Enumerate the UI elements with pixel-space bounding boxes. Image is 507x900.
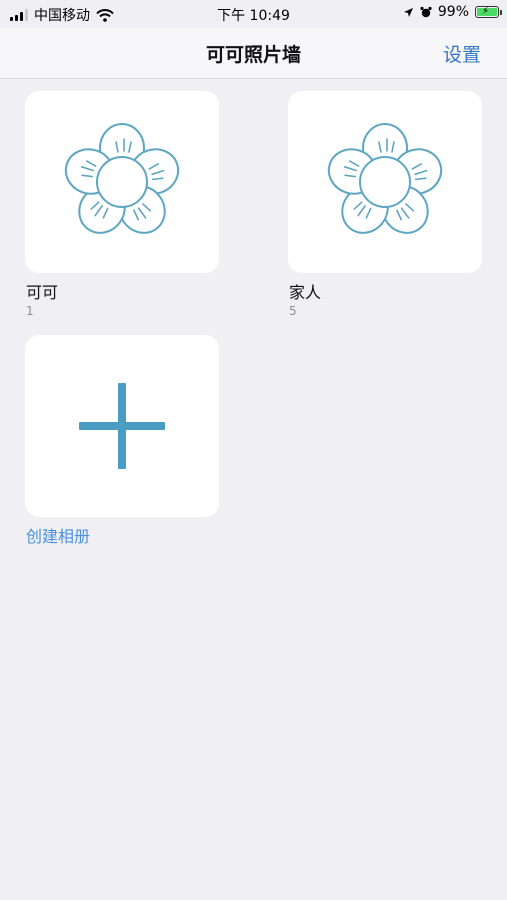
settings-button[interactable]: 设置 <box>443 40 481 67</box>
album-name: 家人 <box>289 283 322 302</box>
album-thumbnail[interactable] <box>288 91 482 273</box>
album-count: 5 <box>289 304 297 318</box>
create-album-button[interactable] <box>25 335 219 517</box>
album-count: 1 <box>26 304 34 318</box>
plus-icon <box>79 383 165 469</box>
location-arrow-icon <box>403 7 413 17</box>
status-right: 99% ⚡ <box>403 4 502 20</box>
create-album-card[interactable]: 创建相册 <box>25 335 219 547</box>
navigation-bar: 可可照片墙 设置 <box>0 28 507 79</box>
create-album-label[interactable]: 创建相册 <box>25 523 219 547</box>
alarm-icon <box>420 6 432 18</box>
album-thumbnail[interactable] <box>25 91 219 273</box>
status-bar: 中国移动 下午 10:49 99% ⚡ <box>0 0 507 28</box>
battery-icon: ⚡ <box>475 6 502 18</box>
flower-icon <box>64 122 180 234</box>
page-title: 可可照片墙 <box>205 44 301 66</box>
album-card[interactable]: 可可 1 <box>25 91 219 318</box>
album-name: 可可 <box>26 283 59 302</box>
album-card[interactable]: 家人 5 <box>288 91 482 318</box>
battery-percent: 99% <box>437 4 469 20</box>
flower-icon <box>327 122 443 234</box>
